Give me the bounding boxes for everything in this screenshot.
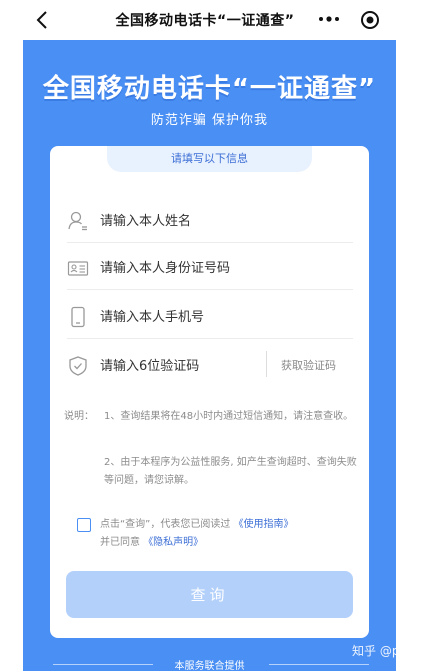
usage-guide-link[interactable]: 《使用指南》 bbox=[234, 519, 294, 530]
footer-divider-right bbox=[269, 664, 369, 665]
privacy-policy-link[interactable]: 《隐私声明》 bbox=[143, 537, 203, 548]
nav-bar: 全国移动电话卡“一证通查” bbox=[0, 0, 438, 40]
note-item-1: 1、查询结果将在48小时内通过短信通知，请注意查收。 bbox=[104, 411, 354, 422]
agreement-line-2: 并已同意 《隐私声明》 bbox=[100, 534, 203, 552]
phone-icon bbox=[71, 306, 85, 328]
hero-subtitle: 防范诈骗 保护你我 bbox=[150, 113, 269, 128]
name-field[interactable]: 请输入本人姓名 bbox=[67, 196, 353, 243]
divider bbox=[266, 351, 267, 377]
agreement-line-1: 点击“查询”，代表您已阅读过 《使用指南》 bbox=[100, 516, 294, 534]
agreement-text-2: 并已同意 bbox=[100, 537, 144, 548]
notes-label: 说明： bbox=[64, 411, 94, 422]
get-code-button[interactable]: 获取验证码 bbox=[281, 357, 336, 373]
shield-check-icon bbox=[69, 356, 87, 376]
agreement-text: 点击“查询”，代表您已阅读过 bbox=[100, 519, 234, 530]
form-card: 请填写以下信息 请输入本人姓名 请输入本人身份证号码 请输入本人手机号 请输入6… bbox=[50, 146, 369, 638]
id-number-field[interactable]: 请输入本人身份证号码 bbox=[67, 243, 353, 290]
phone-field-placeholder: 请输入本人手机号 bbox=[100, 310, 205, 325]
chevron-left-icon[interactable] bbox=[34, 9, 52, 31]
more-dots-icon[interactable] bbox=[318, 14, 340, 24]
note-item-2: 2、由于本程序为公益性服务, 如产生查询超时、查询失败等问题，请您谅解。 bbox=[104, 457, 357, 486]
user-icon bbox=[68, 211, 87, 231]
verification-code-field[interactable]: 请输入6位验证码 获取验证码 bbox=[67, 341, 353, 388]
nav-title: 全国移动电话卡“一证通查” bbox=[115, 13, 295, 29]
code-field-placeholder: 请输入6位验证码 bbox=[100, 359, 200, 374]
form-tab-label: 请填写以下信息 bbox=[107, 146, 312, 172]
hero-title: 全国移动电话卡“一证通查” bbox=[42, 74, 377, 104]
agreement-checkbox[interactable] bbox=[77, 518, 91, 532]
query-button[interactable]: 查询 bbox=[66, 571, 353, 618]
name-field-placeholder: 请输入本人姓名 bbox=[100, 214, 192, 229]
watermark: 知乎 @poly bbox=[352, 644, 418, 658]
target-circle-icon[interactable] bbox=[360, 10, 380, 30]
id-field-placeholder: 请输入本人身份证号码 bbox=[100, 261, 231, 276]
id-card-icon bbox=[67, 261, 89, 276]
phone-field[interactable]: 请输入本人手机号 bbox=[67, 292, 353, 339]
page-background: 全国移动电话卡“一证通查” 防范诈骗 保护你我 请填写以下信息 请输入本人姓名 … bbox=[23, 40, 396, 672]
